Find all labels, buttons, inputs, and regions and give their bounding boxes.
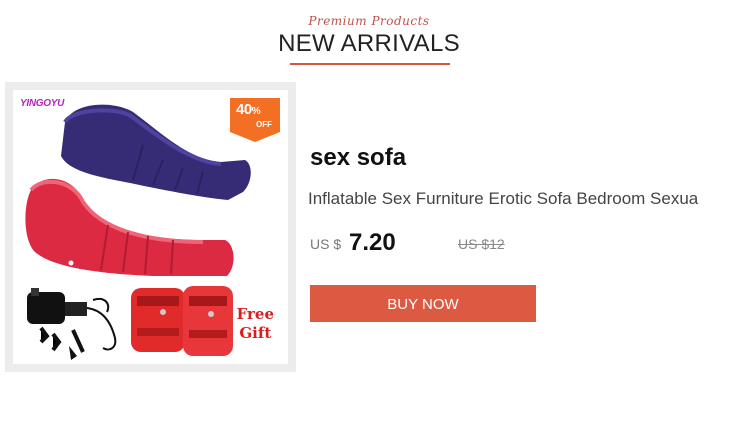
product-description[interactable]: Inflatable Sex Furniture Erotic Sofa Bed… — [308, 189, 738, 209]
original-price: US $12 — [458, 236, 505, 252]
product-name[interactable]: sex sofa — [310, 144, 406, 172]
free-gift-line1: Free — [236, 305, 274, 323]
discount-badge: 40% OFF — [230, 98, 280, 142]
brand-logo: YINGOYU — [20, 98, 65, 109]
product-card-image[interactable]: YINGOYU 40% OFF Free Gift — [5, 82, 296, 372]
section-title: NEW ARRIVALS — [278, 30, 460, 57]
free-gift-label: Free Gift — [237, 305, 274, 343]
discount-off-label: OFF — [256, 120, 272, 129]
discount-symbol: % — [251, 106, 261, 117]
price-currency: US $ — [310, 236, 342, 252]
title-underline — [290, 63, 450, 65]
buy-now-button[interactable]: BUY NOW — [310, 285, 536, 322]
discount-percent: 40 — [236, 101, 252, 118]
product-image[interactable]: YINGOYU 40% OFF Free Gift — [13, 90, 288, 364]
free-gift-line2: Gift — [239, 324, 272, 342]
header-script: Premium Products — [308, 14, 430, 28]
product-price: 7.20 — [349, 229, 396, 256]
